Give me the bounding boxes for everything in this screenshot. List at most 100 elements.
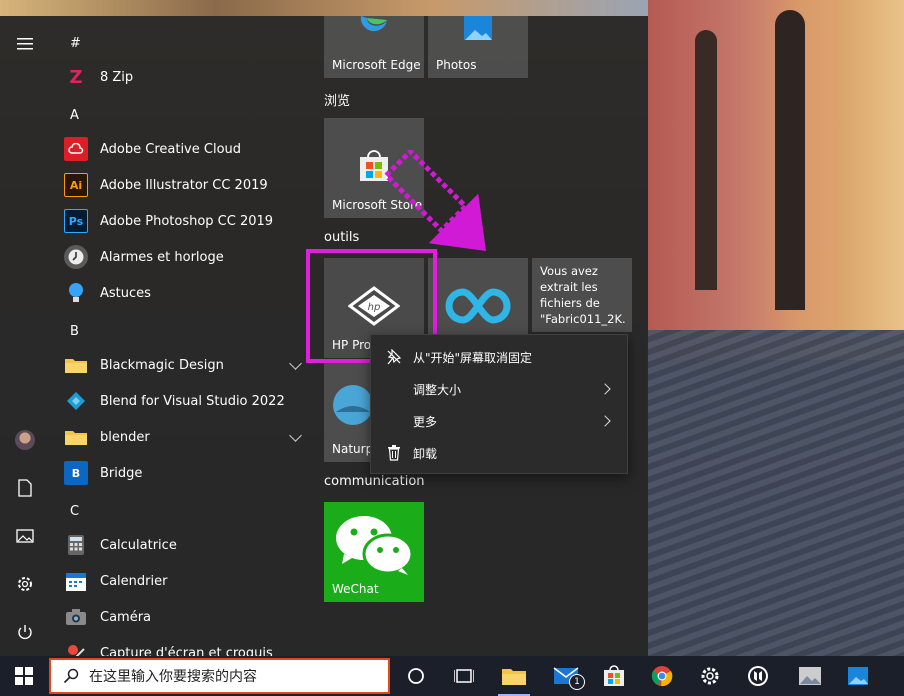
wallpaper-street: [648, 330, 904, 656]
menu-item-spacer: [385, 380, 403, 398]
app-label: Adobe Photoshop CC 2019: [100, 213, 274, 229]
trash-icon: [385, 444, 403, 462]
taskbar-store[interactable]: [590, 656, 638, 696]
menu-item-label: 更多: [413, 414, 438, 429]
section-header-c[interactable]: C: [70, 504, 79, 519]
camera-icon: [64, 605, 88, 629]
calculator-icon: [64, 533, 88, 557]
list-item-astuces[interactable]: Astuces: [60, 276, 310, 310]
app-label: Adobe Illustrator CC 2019: [100, 177, 268, 193]
list-item-bridge[interactable]: B Bridge: [60, 456, 310, 490]
chevron-down-icon[interactable]: [289, 429, 302, 442]
settings-button[interactable]: [0, 562, 50, 606]
taskbar-image-app[interactable]: [786, 656, 834, 696]
file-explorer-icon: [502, 669, 526, 685]
cortana-button[interactable]: [392, 656, 440, 696]
wallpaper-window: [695, 30, 717, 290]
app-label: Calculatrice: [100, 537, 177, 553]
tile-photos[interactable]: Photos: [428, 16, 528, 78]
search-box[interactable]: 在这里输入你要搜索的内容: [49, 658, 390, 694]
photoshop-icon: Ps: [64, 209, 88, 233]
windows-logo-icon: [15, 667, 33, 685]
app-label: Calendrier: [100, 573, 168, 589]
hamburger-menu-button[interactable]: [0, 22, 50, 66]
list-item-adobe-creative-cloud[interactable]: Adobe Creative Cloud: [60, 132, 310, 166]
tile-label: WeChat: [332, 582, 379, 596]
calendar-icon: [64, 569, 88, 593]
tile-label: Microsoft Edge: [332, 58, 421, 72]
list-item-8zip[interactable]: Z 8 Zip: [60, 60, 310, 94]
group-header-communication[interactable]: communication: [324, 474, 425, 489]
list-item-calculatrice[interactable]: Calculatrice: [60, 528, 310, 562]
documents-button[interactable]: [0, 466, 50, 510]
document-icon: [18, 479, 32, 497]
list-item-blender[interactable]: blender: [60, 420, 310, 454]
list-item-calendrier[interactable]: Calendrier: [60, 564, 310, 598]
photos-icon: [848, 667, 868, 685]
chevron-down-icon[interactable]: [289, 357, 302, 370]
user-account-button[interactable]: [0, 418, 50, 462]
list-item-blackmagic-design[interactable]: Blackmagic Design: [60, 348, 310, 382]
list-item-adobe-illustrator[interactable]: Ai Adobe Illustrator CC 2019: [60, 168, 310, 202]
tile-label: Photos: [436, 58, 477, 72]
search-placeholder: 在这里输入你要搜索的内容: [89, 669, 257, 685]
list-item-camera[interactable]: Caméra: [60, 600, 310, 634]
cortana-circle-icon: [408, 668, 424, 684]
infinity-icon: [445, 288, 511, 324]
folder-icon: [64, 353, 88, 377]
menu-item-spacer: [385, 412, 403, 430]
wallpaper-window: [775, 10, 805, 310]
tile-label: Naturp: [332, 442, 374, 456]
app-label: Alarmes et horloge: [100, 249, 224, 265]
taskbar-settings[interactable]: [686, 656, 734, 696]
start-menu-rail: [0, 16, 50, 656]
pictures-button[interactable]: [0, 514, 50, 558]
picture-icon: [16, 529, 34, 543]
chevron-right-icon: [599, 383, 611, 395]
taskbar-unreal[interactable]: [734, 656, 782, 696]
tile-wechat[interactable]: WeChat: [324, 502, 424, 602]
wallpaper-pillar: [840, 0, 904, 340]
taskbar-file-explorer[interactable]: [490, 656, 538, 696]
image-viewer-icon: [799, 667, 821, 685]
app-list: # Z 8 Zip A Adobe Creative Cloud Ai Adob…: [50, 16, 310, 656]
list-item-alarmes-et-horloge[interactable]: Alarmes et horloge: [60, 240, 310, 274]
tile-microsoft-edge[interactable]: Microsoft Edge: [324, 16, 424, 78]
photos-icon: [464, 16, 492, 40]
power-button[interactable]: [0, 610, 50, 654]
gear-icon: [18, 577, 32, 591]
unpin-icon: [385, 348, 403, 366]
taskbar-mail[interactable]: 1: [542, 656, 590, 696]
group-header-tools[interactable]: outils: [324, 230, 359, 245]
blend-icon: [64, 389, 88, 413]
menu-item-label: 调整大小: [413, 382, 462, 397]
list-item-capture-ecran[interactable]: Capture d'écran et croquis: [60, 636, 310, 656]
menu-item-unpin[interactable]: 从"开始"屏幕取消固定: [371, 341, 627, 373]
list-item-blend-for-visual-studio[interactable]: Blend for Visual Studio 2022: [60, 384, 310, 418]
task-view-button[interactable]: [440, 656, 488, 696]
8zip-icon: Z: [69, 66, 83, 88]
group-header-browse[interactable]: 浏览: [324, 90, 350, 109]
taskbar-chrome[interactable]: [638, 656, 686, 696]
lightbulb-icon: [64, 281, 88, 305]
app-label: Astuces: [100, 285, 151, 301]
wallpaper-sky: [0, 0, 648, 16]
tile-notification[interactable]: Vous avez extrait les fichiers de "Fabri…: [532, 258, 632, 332]
menu-item-label: 从"开始"屏幕取消固定: [413, 350, 533, 365]
gear-icon: [701, 667, 719, 685]
search-icon: [63, 668, 79, 684]
section-header-a[interactable]: A: [70, 108, 79, 123]
menu-item-resize[interactable]: 调整大小: [371, 373, 627, 405]
menu-item-uninstall[interactable]: 卸载: [371, 437, 627, 469]
list-item-adobe-photoshop[interactable]: Ps Adobe Photoshop CC 2019: [60, 204, 310, 238]
section-header-hash[interactable]: #: [70, 36, 81, 51]
taskbar-photos[interactable]: [834, 656, 882, 696]
power-icon: [18, 625, 32, 640]
section-header-b[interactable]: B: [70, 324, 79, 339]
context-menu: 从"开始"屏幕取消固定 调整大小 更多 卸载: [370, 334, 628, 474]
app-label: Caméra: [100, 609, 152, 625]
start-button[interactable]: [0, 656, 48, 696]
menu-item-more[interactable]: 更多: [371, 405, 627, 437]
chrome-icon: [651, 666, 673, 687]
mail-badge: 1: [569, 674, 585, 690]
